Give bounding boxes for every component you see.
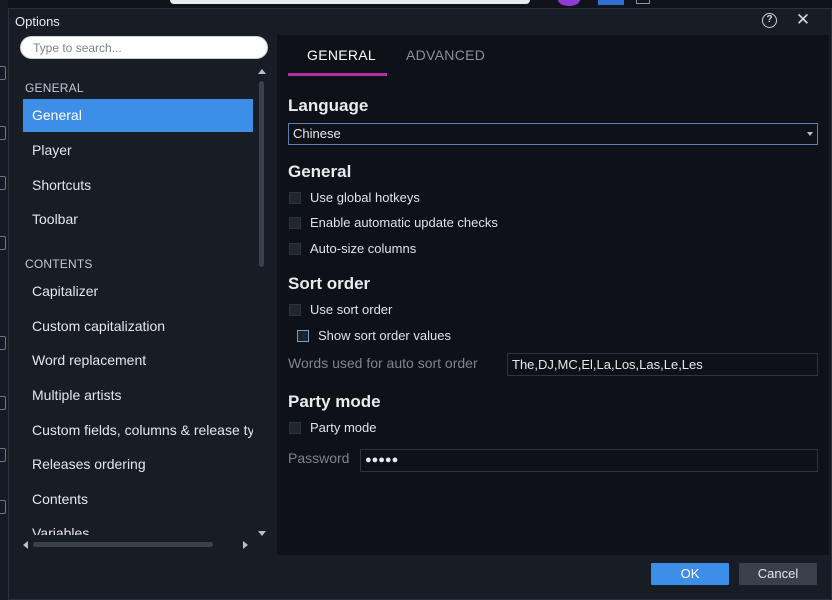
navigation-horizontal-scrollbar[interactable] xyxy=(21,539,251,551)
background-bar xyxy=(170,0,530,4)
checkbox[interactable] xyxy=(289,192,301,204)
party-mode-heading: Party mode xyxy=(288,392,381,411)
scroll-left-icon[interactable] xyxy=(23,541,28,549)
close-icon[interactable]: ✕ xyxy=(795,10,811,30)
background-chip xyxy=(598,0,624,5)
language-select[interactable]: Chinese xyxy=(288,123,818,145)
cancel-button[interactable]: Cancel xyxy=(739,563,817,585)
checkbox[interactable] xyxy=(289,217,301,229)
password-label: Password xyxy=(288,450,350,466)
checkbox-label: Enable automatic update checks xyxy=(310,215,498,230)
section-header-contents: CONTENTS xyxy=(25,257,93,271)
help-icon[interactable]: ? xyxy=(762,13,777,28)
nav-item-variables[interactable]: Variables xyxy=(23,517,253,535)
checkbox-label: Show sort order values xyxy=(318,328,451,343)
options-navigation: GENERAL General Player Shortcuts Toolbar… xyxy=(9,35,271,565)
nav-item-capitalizer[interactable]: Capitalizer xyxy=(23,275,253,308)
nav-item-custom-capitalization[interactable]: Custom capitalization xyxy=(23,310,253,343)
chevron-down-icon xyxy=(807,132,813,136)
nav-item-general[interactable]: General xyxy=(23,99,253,132)
dialog-title: Options xyxy=(15,14,60,29)
background-icon xyxy=(0,448,6,462)
checkbox-label: Party mode xyxy=(310,420,377,435)
nav-item-releases-ordering[interactable]: Releases ordering xyxy=(23,448,253,481)
sort-order-heading: Sort order xyxy=(288,274,371,293)
nav-item-custom-fields[interactable]: Custom fields, columns & release ty xyxy=(23,414,253,447)
nav-item-toolbar[interactable]: Toolbar xyxy=(23,203,253,236)
auto-sort-words-input[interactable]: The,DJ,MC,El,La,Los,Las,Le,Les xyxy=(507,353,818,376)
background-icon xyxy=(0,336,6,350)
background-icon xyxy=(0,176,6,190)
password-input[interactable]: ●●●●● xyxy=(360,449,818,472)
checkbox[interactable] xyxy=(289,422,301,434)
checkbox-label: Use sort order xyxy=(310,302,393,317)
title-bar: Options ? ✕ xyxy=(9,9,831,35)
auto-sort-words-label: Words used for auto sort order xyxy=(288,355,478,371)
ok-button[interactable]: OK xyxy=(651,563,729,585)
nav-item-contents[interactable]: Contents xyxy=(23,483,253,517)
options-content: GENERAL ADVANCED Language Chinese Genera… xyxy=(277,35,829,555)
background-icon xyxy=(0,66,6,80)
checkbox[interactable] xyxy=(289,304,301,316)
checkbox-label: Use global hotkeys xyxy=(310,190,420,205)
scrollbar-thumb[interactable] xyxy=(33,542,213,547)
nav-item-player[interactable]: Player xyxy=(23,134,253,167)
general-heading: General xyxy=(288,162,352,181)
nav-item-shortcuts[interactable]: Shortcuts xyxy=(23,169,253,202)
checkbox-label: Auto-size columns xyxy=(310,241,417,256)
background-sidebar xyxy=(0,0,8,600)
section-header-general: GENERAL xyxy=(25,81,84,95)
nav-item-word-replacement[interactable]: Word replacement xyxy=(23,344,253,377)
background-icon xyxy=(0,500,6,514)
background-icon xyxy=(0,236,6,250)
scroll-up-icon[interactable] xyxy=(258,69,266,74)
background-avatar xyxy=(558,0,580,6)
search-input[interactable] xyxy=(20,36,268,59)
language-heading: Language xyxy=(288,96,369,115)
background-chip xyxy=(636,0,650,4)
scroll-right-icon[interactable] xyxy=(243,541,248,549)
checkbox[interactable] xyxy=(297,330,309,342)
nav-item-multiple-artists[interactable]: Multiple artists xyxy=(23,379,253,412)
background-icon xyxy=(0,396,6,410)
scroll-down-icon[interactable] xyxy=(258,531,266,536)
language-value: Chinese xyxy=(293,126,341,141)
navigation-vertical-scrollbar[interactable] xyxy=(257,69,267,539)
scrollbar-thumb[interactable] xyxy=(259,81,264,267)
checkbox[interactable] xyxy=(289,243,301,255)
tab-general[interactable]: GENERAL xyxy=(307,47,376,63)
background-icon xyxy=(0,126,6,140)
options-dialog: Options ? ✕ GENERAL General Player Short… xyxy=(8,8,832,600)
tab-advanced[interactable]: ADVANCED xyxy=(406,47,485,63)
active-tab-indicator xyxy=(288,73,387,76)
